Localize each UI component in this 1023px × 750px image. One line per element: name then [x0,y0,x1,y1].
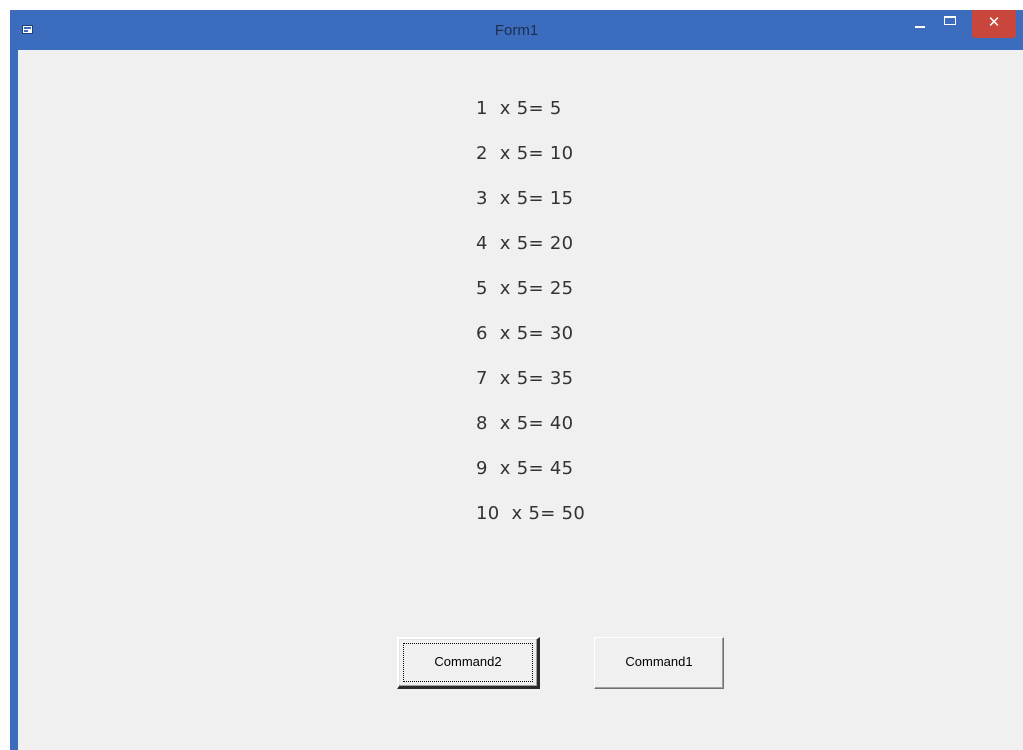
result-line: 10 x 5= 50 [476,503,586,524]
result-line: 6 x 5= 30 [476,323,574,344]
result-line: 5 x 5= 25 [476,278,574,299]
minimize-button[interactable] [907,10,933,38]
command1-button[interactable]: Command1 [594,637,724,689]
form-client-area: 1 x 5= 5 2 x 5= 10 3 x 5= 15 4 x 5= 20 5… [18,50,1023,750]
result-line: 1 x 5= 5 [476,98,562,119]
result-line: 9 x 5= 45 [476,458,574,479]
result-line: 3 x 5= 15 [476,188,574,209]
result-line: 7 x 5= 35 [476,368,574,389]
result-line: 2 x 5= 10 [476,143,574,164]
window-title: Form1 [494,22,539,39]
command2-button[interactable]: Command2 [397,637,540,689]
result-line: 8 x 5= 40 [476,413,574,434]
multiplication-results: 1 x 5= 5 2 x 5= 10 3 x 5= 15 4 x 5= 20 5… [476,98,585,548]
maximize-button[interactable] [937,10,963,38]
command2-label: Command2 [403,643,533,682]
close-button[interactable]: ✕ [972,10,1016,38]
title-bar[interactable]: Form1 ✕ [10,10,1023,50]
result-line: 4 x 5= 20 [476,233,574,254]
form-window: Form1 ✕ 1 x 5= 5 2 x 5= 10 3 x 5= 15 4 x… [10,10,1023,750]
